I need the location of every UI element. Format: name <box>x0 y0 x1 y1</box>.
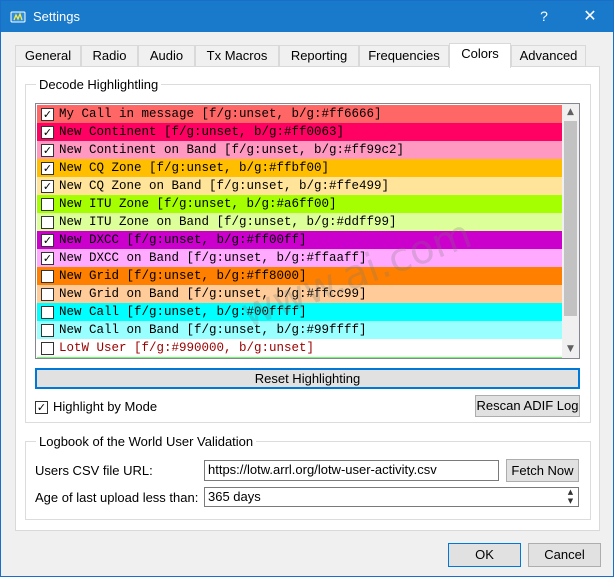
highlight-item-label: New CQ Zone [f/g:unset, b/g:#ffbf00] <box>59 161 330 175</box>
highlight-list-item[interactable]: New Grid [f/g:unset, b/g:#ff8000] <box>37 267 563 285</box>
highlight-item-label: New Grid [f/g:unset, b/g:#ff8000] <box>59 269 307 283</box>
highlight-item-label: My Call in message [f/g:unset, b/g:#ff66… <box>59 107 382 121</box>
highlight-item-checkbox[interactable] <box>41 216 54 229</box>
highlight-by-mode-checkbox[interactable]: ✓ <box>35 401 48 414</box>
ok-button[interactable]: OK <box>448 543 521 567</box>
close-button[interactable]: ✕ <box>567 1 613 32</box>
highlight-list-item[interactable]: New Grid on Band [f/g:unset, b/g:#ffcc99… <box>37 285 563 303</box>
highlight-item-checkbox[interactable] <box>41 342 54 355</box>
highlight-list-item[interactable]: ✓ New Continent [f/g:unset, b/g:#ff0063] <box>37 123 563 141</box>
highlight-item-label: New Call on Band [f/g:unset, b/g:#99ffff… <box>59 323 367 337</box>
highlight-item-label: New Call [f/g:unset, b/g:#00ffff] <box>59 305 307 319</box>
lotw-group-title: Logbook of the World User Validation <box>36 434 257 449</box>
age-label: Age of last upload less than: <box>35 490 199 505</box>
fetch-now-button[interactable]: Fetch Now <box>506 459 579 482</box>
highlight-item-label: New Grid on Band [f/g:unset, b/g:#ffcc99… <box>59 287 367 301</box>
highlight-item-checkbox[interactable] <box>41 288 54 301</box>
title-bar: Settings ? ✕ <box>1 1 613 32</box>
highlight-item-checkbox[interactable]: ✓ <box>41 108 54 121</box>
tab-bar: General Radio Audio Tx Macros Reporting … <box>15 43 601 68</box>
highlight-list-item[interactable]: New Call on Band [f/g:unset, b/g:#99ffff… <box>37 321 563 339</box>
decode-group-title: Decode Highlightling <box>36 77 162 92</box>
highlight-item-checkbox[interactable]: ✓ <box>41 234 54 247</box>
highlight-list-item[interactable]: LotW User [f/g:#990000, b/g:unset] <box>37 339 563 357</box>
highlight-item-label: New DXCC on Band [f/g:unset, b/g:#ffaaff… <box>59 251 367 265</box>
age-spinbox[interactable]: 365 days ▲ ▼ <box>204 487 579 507</box>
highlight-item-label: LotW User [f/g:#990000, b/g:unset] <box>59 341 315 355</box>
help-button[interactable]: ? <box>521 1 567 32</box>
highlight-list-item-partial <box>37 357 563 358</box>
highlight-item-checkbox[interactable] <box>41 198 54 211</box>
highlight-list-item[interactable]: ✓ New DXCC [f/g:unset, b/g:#ff00ff] <box>37 231 563 249</box>
window-title: Settings <box>33 9 80 24</box>
age-value: 365 days <box>208 489 261 504</box>
csv-url-label: Users CSV file URL: <box>35 463 153 478</box>
spin-down-icon[interactable]: ▼ <box>564 497 577 506</box>
tab-audio[interactable]: Audio <box>138 45 195 67</box>
highlight-item-checkbox[interactable] <box>41 270 54 283</box>
reset-highlighting-button[interactable]: Reset Highlighting <box>35 368 580 389</box>
highlight-item-label: New DXCC [f/g:unset, b/g:#ff00ff] <box>59 233 307 247</box>
tab-colors[interactable]: Colors <box>449 43 511 68</box>
highlight-item-checkbox[interactable] <box>41 324 54 337</box>
highlight-item-label: New CQ Zone on Band [f/g:unset, b/g:#ffe… <box>59 179 390 193</box>
tab-general[interactable]: General <box>15 45 81 67</box>
colors-panel: Decode Highlightling ✓ My Call in message… <box>15 66 600 531</box>
scroll-down-icon[interactable]: ▼ <box>562 341 579 358</box>
highlight-by-mode-label: Highlight by Mode <box>53 399 158 414</box>
scroll-up-icon[interactable]: ▲ <box>562 104 579 121</box>
highlight-item-label: New ITU Zone [f/g:unset, b/g:#a6ff00] <box>59 197 337 211</box>
cancel-button[interactable]: Cancel <box>528 543 601 567</box>
highlight-item-checkbox[interactable]: ✓ <box>41 180 54 193</box>
highlight-item-checkbox[interactable]: ✓ <box>41 252 54 265</box>
highlight-list-item[interactable]: New ITU Zone [f/g:unset, b/g:#a6ff00] <box>37 195 563 213</box>
highlight-item-checkbox[interactable] <box>41 306 54 319</box>
highlight-list-item[interactable]: ✓ My Call in message [f/g:unset, b/g:#ff6… <box>37 105 563 123</box>
scroll-thumb[interactable] <box>564 121 577 316</box>
tab-frequencies[interactable]: Frequencies <box>359 45 449 67</box>
tab-tx-macros[interactable]: Tx Macros <box>195 45 279 67</box>
app-radio-icon <box>10 11 26 23</box>
highlight-list[interactable]: ✓ My Call in message [f/g:unset, b/g:#ff6… <box>35 103 580 359</box>
highlight-list-item[interactable]: ✓ New DXCC on Band [f/g:unset, b/g:#ffaaf… <box>37 249 563 267</box>
highlight-item-checkbox[interactable]: ✓ <box>41 126 54 139</box>
highlight-item-label: New ITU Zone on Band [f/g:unset, b/g:#dd… <box>59 215 397 229</box>
highlight-list-item[interactable]: ✓ New Continent on Band [f/g:unset, b/g:#… <box>37 141 563 159</box>
settings-window: Settings ? ✕ General Radio Audio Tx Macr… <box>0 0 614 577</box>
highlight-list-item[interactable]: New Call [f/g:unset, b/g:#00ffff] <box>37 303 563 321</box>
rescan-adif-log-button[interactable]: Rescan ADIF Log <box>475 395 580 417</box>
list-scrollbar[interactable]: ▲ ▼ <box>562 104 579 358</box>
highlight-item-label: New Continent [f/g:unset, b/g:#ff0063] <box>59 125 345 139</box>
spin-up-icon[interactable]: ▲ <box>564 488 577 497</box>
highlight-list-item[interactable]: ✓ New CQ Zone on Band [f/g:unset, b/g:#ff… <box>37 177 563 195</box>
highlight-list-item[interactable]: New ITU Zone on Band [f/g:unset, b/g:#dd… <box>37 213 563 231</box>
highlight-list-item[interactable]: ✓ New CQ Zone [f/g:unset, b/g:#ffbf00] <box>37 159 563 177</box>
tab-advanced[interactable]: Advanced <box>511 45 586 67</box>
tab-reporting[interactable]: Reporting <box>279 45 359 67</box>
csv-url-input[interactable]: https://lotw.arrl.org/lotw-user-activity… <box>204 460 499 481</box>
tab-radio[interactable]: Radio <box>81 45 138 67</box>
highlight-item-label: New Continent on Band [f/g:unset, b/g:#f… <box>59 143 405 157</box>
highlight-item-checkbox[interactable]: ✓ <box>41 144 54 157</box>
highlight-item-checkbox[interactable]: ✓ <box>41 162 54 175</box>
